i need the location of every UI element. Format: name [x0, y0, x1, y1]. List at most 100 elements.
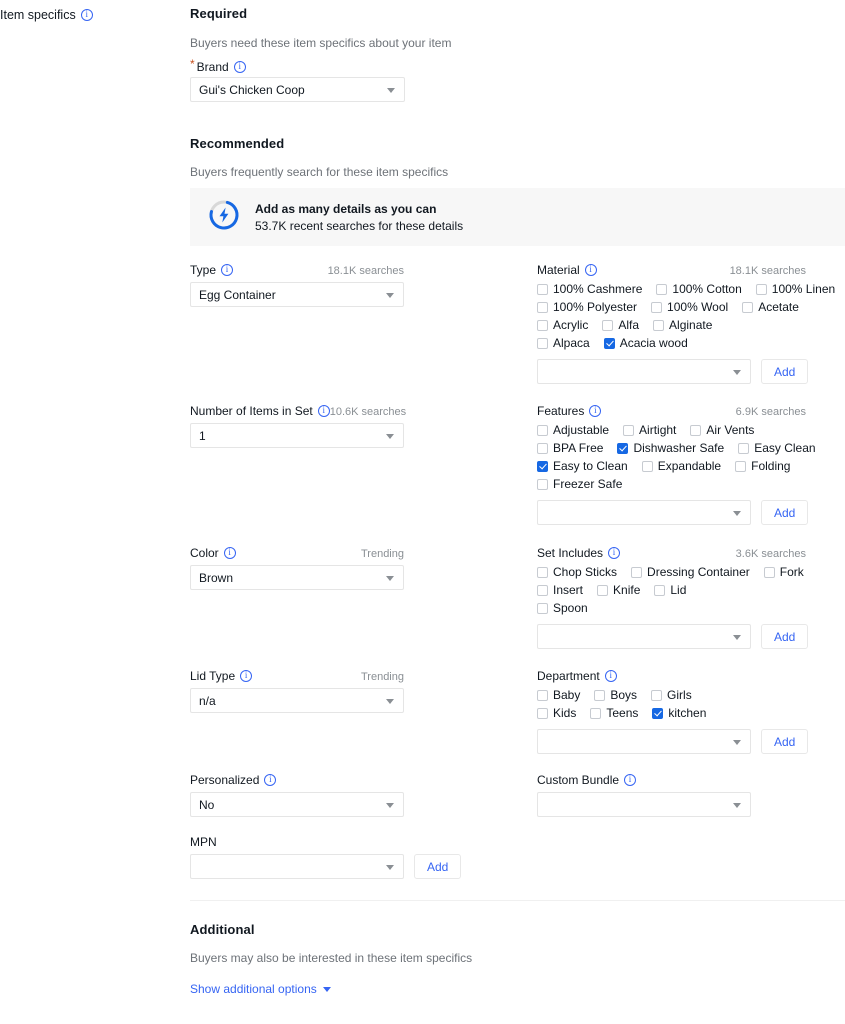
- checkbox-label: Alginate: [669, 318, 712, 332]
- info-icon[interactable]: i: [240, 670, 252, 682]
- checkbox-adjustable[interactable]: Adjustable: [537, 423, 609, 437]
- checkbox-label: Adjustable: [553, 423, 609, 437]
- checkbox-box: [623, 425, 634, 436]
- custom-bundle-select[interactable]: [537, 792, 751, 817]
- checkbox-baby[interactable]: Baby: [537, 688, 580, 702]
- checkbox-label: Girls: [667, 688, 692, 702]
- brand-label: * Brand i: [190, 60, 246, 74]
- mpn-row: Add: [190, 854, 461, 879]
- department-checkbox-group: Baby Boys Girls Kids Teens kitchen: [537, 688, 837, 720]
- info-icon[interactable]: i: [81, 9, 93, 21]
- info-icon[interactable]: i: [605, 670, 617, 682]
- checkbox-acrylic[interactable]: Acrylic: [537, 318, 588, 332]
- info-icon[interactable]: i: [608, 547, 620, 559]
- checkbox-row: 100% Polyester 100% Wool Acetate: [537, 300, 837, 314]
- checkbox-acetate[interactable]: Acetate: [742, 300, 799, 314]
- number-of-items-select[interactable]: 1: [190, 423, 404, 448]
- info-icon[interactable]: i: [624, 774, 636, 786]
- field-label-type: Type i: [190, 263, 233, 277]
- personalized-select[interactable]: No: [190, 792, 404, 817]
- add-department-button[interactable]: Add: [761, 729, 808, 754]
- add-set-includes-button[interactable]: Add: [761, 624, 808, 649]
- checkbox-bpa-free[interactable]: BPA Free: [537, 441, 603, 455]
- checkbox-100-wool[interactable]: 100% Wool: [651, 300, 728, 314]
- checkbox-airtight[interactable]: Airtight: [623, 423, 676, 437]
- info-icon[interactable]: i: [589, 405, 601, 417]
- checkbox-fork[interactable]: Fork: [764, 565, 804, 579]
- info-icon[interactable]: i: [221, 264, 233, 276]
- checkbox-alfa[interactable]: Alfa: [602, 318, 639, 332]
- brand-label-text: Brand: [197, 60, 229, 74]
- label-text: Material: [537, 263, 580, 277]
- chevron-down-icon: [386, 865, 394, 870]
- info-icon[interactable]: i: [585, 264, 597, 276]
- field-label-lid-type: Lid Type i: [190, 669, 252, 683]
- department-select[interactable]: [537, 729, 751, 754]
- material-select[interactable]: [537, 359, 751, 384]
- info-icon[interactable]: i: [264, 774, 276, 786]
- checkbox-dishwasher-safe[interactable]: Dishwasher Safe: [617, 441, 724, 455]
- checkbox-box: [537, 479, 548, 490]
- checkbox-dressing-container[interactable]: Dressing Container: [631, 565, 750, 579]
- checkbox-acacia-wood[interactable]: Acacia wood: [604, 336, 688, 350]
- checkbox-teens[interactable]: Teens: [590, 706, 638, 720]
- checkbox-box: [537, 302, 548, 313]
- checkbox-100-cotton[interactable]: 100% Cotton: [656, 282, 741, 296]
- info-icon[interactable]: i: [318, 405, 330, 417]
- checkbox-alginate[interactable]: Alginate: [653, 318, 712, 332]
- checkbox-kids[interactable]: Kids: [537, 706, 576, 720]
- checkbox-knife[interactable]: Knife: [597, 583, 640, 597]
- add-material-button[interactable]: Add: [761, 359, 808, 384]
- field-meta-material: 18.1K searches: [730, 265, 806, 277]
- checkbox-label: Acacia wood: [620, 336, 688, 350]
- checkbox-box-checked: [604, 338, 615, 349]
- brand-select[interactable]: Gui's Chicken Coop: [190, 77, 405, 102]
- add-mpn-button[interactable]: Add: [414, 854, 461, 879]
- checkbox-freezer-safe[interactable]: Freezer Safe: [537, 477, 622, 491]
- checkbox-air-vents[interactable]: Air Vents: [690, 423, 754, 437]
- set-includes-select[interactable]: [537, 624, 751, 649]
- info-icon[interactable]: i: [224, 547, 236, 559]
- checkbox-100-linen[interactable]: 100% Linen: [756, 282, 835, 296]
- chevron-down-icon: [323, 987, 331, 992]
- checkbox-easy-clean[interactable]: Easy Clean: [738, 441, 815, 455]
- checkbox-easy-to-clean[interactable]: Easy to Clean: [537, 459, 628, 473]
- checkbox-label: kitchen: [668, 706, 706, 720]
- item-specifics-rail-label: Item specifics i: [0, 8, 185, 22]
- checkbox-label: Airtight: [639, 423, 676, 437]
- checkbox-kitchen[interactable]: kitchen: [652, 706, 706, 720]
- checkbox-label: 100% Cashmere: [553, 282, 642, 296]
- checkbox-chop-sticks[interactable]: Chop Sticks: [537, 565, 617, 579]
- checkbox-box: [537, 603, 548, 614]
- checkbox-insert[interactable]: Insert: [537, 583, 583, 597]
- checkbox-100-polyester[interactable]: 100% Polyester: [537, 300, 637, 314]
- chevron-down-icon: [733, 803, 741, 808]
- checkbox-boys[interactable]: Boys: [594, 688, 637, 702]
- info-icon[interactable]: i: [234, 61, 246, 73]
- color-select[interactable]: Brown: [190, 565, 404, 590]
- set-includes-add-row: Add: [537, 624, 837, 649]
- field-meta-features: 6.9K searches: [736, 406, 806, 418]
- material-add-row: Add: [537, 359, 837, 384]
- checkbox-alpaca[interactable]: Alpaca: [537, 336, 590, 350]
- chevron-down-icon: [386, 293, 394, 298]
- mpn-select[interactable]: [190, 854, 404, 879]
- checkbox-label: Acetate: [758, 300, 799, 314]
- show-additional-options-link[interactable]: Show additional options: [190, 982, 331, 996]
- checkbox-box: [656, 284, 667, 295]
- checkbox-row: Spoon: [537, 601, 837, 615]
- checkbox-folding[interactable]: Folding: [735, 459, 790, 473]
- features-select[interactable]: [537, 500, 751, 525]
- checkbox-label: Easy to Clean: [553, 459, 628, 473]
- checkbox-girls[interactable]: Girls: [651, 688, 692, 702]
- checkbox-100-cashmere[interactable]: 100% Cashmere: [537, 282, 642, 296]
- checkbox-expandable[interactable]: Expandable: [642, 459, 721, 473]
- type-select-value: Egg Container: [199, 288, 276, 302]
- add-features-button[interactable]: Add: [761, 500, 808, 525]
- type-select[interactable]: Egg Container: [190, 282, 404, 307]
- checkbox-spoon[interactable]: Spoon: [537, 601, 588, 615]
- lid-type-select[interactable]: n/a: [190, 688, 404, 713]
- checkbox-lid[interactable]: Lid: [654, 583, 686, 597]
- chevron-down-icon: [386, 434, 394, 439]
- checkbox-label: Lid: [670, 583, 686, 597]
